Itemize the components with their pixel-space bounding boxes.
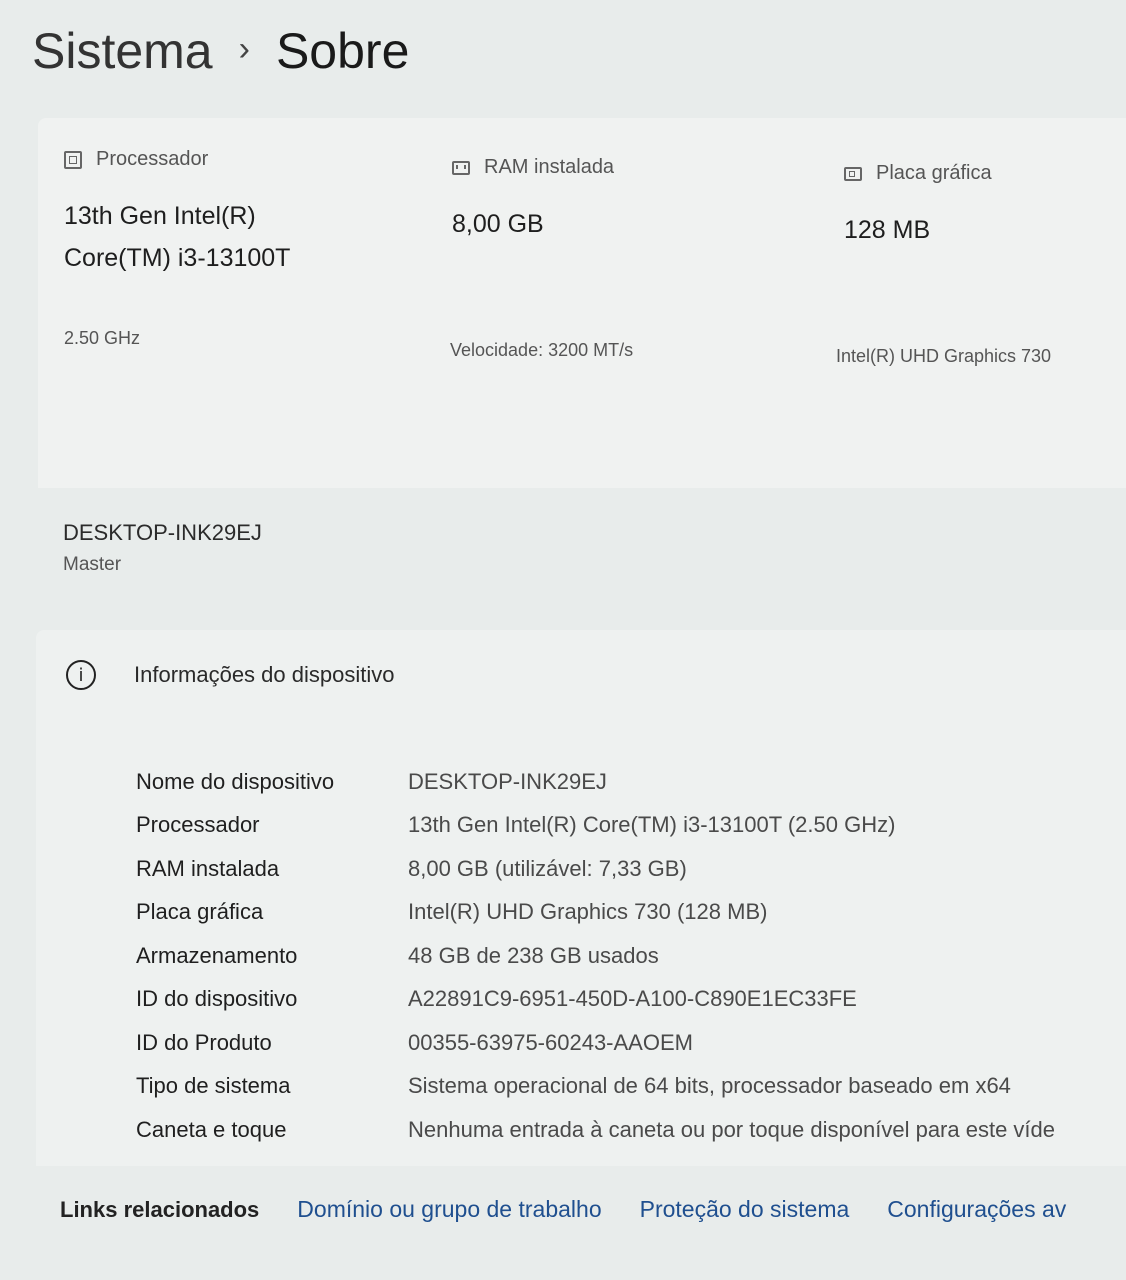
spec-processor-value: 13th Gen Intel(R) Core(TM) i3-13100T [64,195,290,279]
spec-ram-detail: Velocidade: 3200 MT/s [450,340,634,360]
breadcrumb: Sistema › Sobre [32,22,409,80]
info-row-system-type: Tipo de sistema Sistema operacional de 6… [136,1065,1055,1109]
spec-gpu: Placa gráfica 128 MB [844,162,992,251]
info-row-pen-touch: Caneta e toque Nenhuma entrada à caneta … [136,1108,1055,1152]
graphics-card-icon [844,166,862,181]
device-owner: Master [63,554,122,575]
related-links: Links relacionados Domínio ou grupo de t… [60,1196,1066,1223]
link-advanced-settings[interactable]: Configurações av [887,1196,1066,1223]
info-value: 8,00 GB (utilizável: 7,33 GB) [408,855,687,881]
specs-card: Processador 13th Gen Intel(R) Core(TM) i… [38,118,1126,488]
spec-ram-label: RAM instalada [484,156,615,178]
info-value: A22891C9-6951-450D-A100-C890E1EC33FE [408,986,857,1012]
info-value: 13th Gen Intel(R) Core(TM) i3-13100T (2.… [408,812,896,838]
spec-processor: Processador 13th Gen Intel(R) Core(TM) i… [64,148,290,279]
device-info-card: i Informações do dispositivo Nome do dis… [36,630,1126,1166]
info-row-device-id: ID do dispositivo A22891C9-6951-450D-A10… [136,978,1055,1022]
info-label: Processador [136,812,260,838]
spec-gpu-detail: Intel(R) UHD Graphics 730 [836,346,1052,366]
related-links-title: Links relacionados [60,1196,260,1222]
info-value: 00355-63975-60243-AAOEM [408,1029,693,1055]
info-row-device-name: Nome do dispositivo DESKTOP-INK29EJ [136,760,1055,804]
device-name: DESKTOP-INK29EJ [63,520,262,545]
device-info-table: Nome do dispositivo DESKTOP-INK29EJ Proc… [136,760,1055,1152]
info-value: Nenhuma entrada à caneta ou por toque di… [408,1116,1056,1142]
spec-ram: RAM instalada 8,00 GB [452,156,614,245]
spec-ram-value: 8,00 GB [452,210,544,238]
processor-icon [64,150,82,169]
spec-processor-value-line1: 13th Gen Intel(R) [64,202,256,230]
link-system-protection[interactable]: Proteção do sistema [640,1196,850,1223]
chevron-right-icon: › [238,29,250,68]
info-label: ID do Produto [136,1029,272,1055]
info-label: Nome do dispositivo [136,768,335,794]
info-label: Caneta e toque [136,1116,287,1142]
device-info-title: Informações do dispositivo [134,662,395,687]
info-label: Placa gráfica [136,899,264,925]
info-value: DESKTOP-INK29EJ [408,768,607,794]
spec-processor-label: Processador [96,148,209,170]
info-label: Tipo de sistema [136,1073,291,1099]
info-value: Sistema operacional de 64 bits, processa… [408,1073,1011,1099]
spec-gpu-value: 128 MB [844,216,931,244]
spec-gpu-label: Placa gráfica [876,162,992,184]
device-info-header[interactable]: i Informações do dispositivo [66,660,394,690]
info-row-ram: RAM instalada 8,00 GB (utilizável: 7,33 … [136,847,1055,891]
info-value: 48 GB de 238 GB usados [408,942,659,968]
info-row-product-id: ID do Produto 00355-63975-60243-AAOEM [136,1021,1055,1065]
link-domain-workgroup[interactable]: Domínio ou grupo de trabalho [297,1196,601,1223]
info-value: Intel(R) UHD Graphics 730 (128 MB) [408,899,768,925]
info-row-graphics: Placa gráfica Intel(R) UHD Graphics 730 … [136,891,1055,935]
info-label: ID do dispositivo [136,986,298,1012]
page-title: Sobre [275,23,410,79]
info-icon: i [66,660,96,690]
spec-processor-detail: 2.50 GHz [64,328,141,348]
info-row-storage: Armazenamento 48 GB de 238 GB usados [136,934,1055,978]
ram-icon [452,160,470,175]
breadcrumb-parent[interactable]: Sistema [32,22,213,80]
spec-processor-value-line2: Core(TM) i3-13100T [64,244,291,272]
info-label: RAM instalada [136,855,280,881]
info-label: Armazenamento [136,942,298,968]
info-row-processor: Processador 13th Gen Intel(R) Core(TM) i… [136,804,1055,848]
